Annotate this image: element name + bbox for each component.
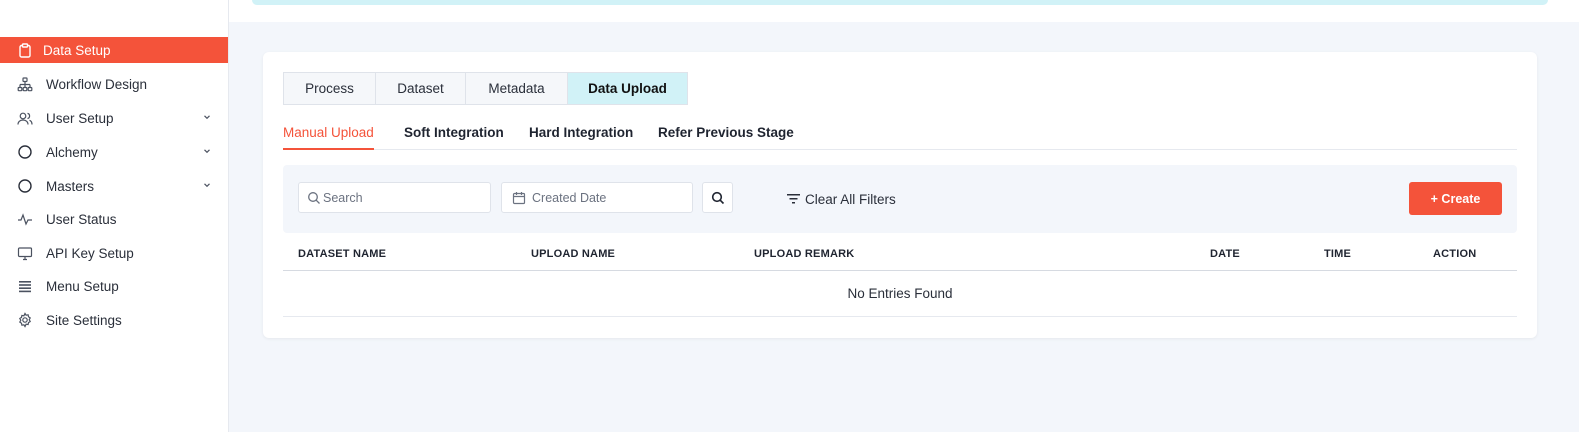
sitemap-icon bbox=[17, 76, 33, 92]
list-icon bbox=[17, 278, 33, 294]
uploads-table: DATASET NAME UPLOAD NAME UPLOAD REMARK D… bbox=[283, 233, 1517, 317]
calendar-icon bbox=[512, 191, 526, 205]
top-banner-strip bbox=[252, 0, 1548, 5]
sidebar-item-menu-setup[interactable]: Menu Setup bbox=[0, 273, 228, 299]
sidebar-item-label: Menu Setup bbox=[46, 278, 119, 294]
create-button[interactable]: + Create bbox=[1409, 182, 1502, 215]
clear-all-filters-label: Clear All Filters bbox=[805, 191, 896, 207]
tab-process[interactable]: Process bbox=[284, 73, 376, 104]
sidebar-item-label: Site Settings bbox=[46, 312, 122, 328]
search-icon bbox=[711, 191, 724, 204]
sidebar-item-user-setup[interactable]: User Setup bbox=[0, 105, 228, 131]
search-field bbox=[298, 182, 491, 213]
search-button[interactable] bbox=[702, 182, 733, 213]
upload-subtabs: Manual Upload Soft Integration Hard Inte… bbox=[283, 125, 1517, 150]
subtab-soft-integration[interactable]: Soft Integration bbox=[404, 125, 504, 150]
clear-all-filters-button[interactable]: Clear All Filters bbox=[787, 191, 896, 207]
sidebar-item-site-settings[interactable]: Site Settings bbox=[0, 307, 228, 333]
main-tabs: Process Dataset Metadata Data Upload bbox=[283, 72, 688, 105]
search-icon bbox=[307, 191, 321, 205]
circle-icon bbox=[17, 144, 33, 160]
sidebar-item-workflow-design[interactable]: Workflow Design bbox=[0, 71, 228, 97]
table-header: DATASET NAME UPLOAD NAME UPLOAD REMARK D… bbox=[283, 233, 1517, 271]
empty-state-row: No Entries Found bbox=[283, 271, 1517, 317]
chevron-down-icon[interactable] bbox=[201, 179, 213, 191]
sidebar-item-label: API Key Setup bbox=[46, 245, 134, 261]
tab-metadata[interactable]: Metadata bbox=[466, 73, 568, 104]
clipboard-icon bbox=[17, 42, 33, 58]
filter-bar: Clear All Filters + Create bbox=[283, 165, 1517, 233]
sidebar-item-label: Masters bbox=[46, 178, 95, 194]
sidebar-item-data-setup[interactable]: Data Setup bbox=[0, 37, 228, 63]
circle-icon bbox=[17, 178, 33, 194]
sidebar-item-label: User Setup bbox=[46, 110, 114, 126]
column-header-upload-remark[interactable]: UPLOAD REMARK bbox=[754, 248, 854, 260]
column-header-action[interactable]: ACTION bbox=[1433, 248, 1476, 260]
sidebar-item-label: Alchemy bbox=[46, 144, 98, 160]
monitor-icon bbox=[17, 245, 33, 261]
chevron-down-icon[interactable] bbox=[201, 111, 213, 123]
subtab-manual-upload[interactable]: Manual Upload bbox=[283, 125, 374, 150]
tab-dataset[interactable]: Dataset bbox=[376, 73, 466, 104]
sidebar-item-api-key-setup[interactable]: API Key Setup bbox=[0, 240, 228, 266]
activity-icon bbox=[17, 211, 33, 227]
sidebar-item-user-status[interactable]: User Status bbox=[0, 206, 228, 232]
sidebar-item-label: Workflow Design bbox=[46, 76, 148, 92]
column-header-upload-name[interactable]: UPLOAD NAME bbox=[531, 248, 615, 260]
gear-icon bbox=[17, 312, 33, 328]
filter-icon bbox=[787, 194, 800, 204]
subtab-refer-previous-stage[interactable]: Refer Previous Stage bbox=[658, 125, 794, 150]
column-header-time[interactable]: TIME bbox=[1324, 248, 1351, 260]
data-upload-card: Process Dataset Metadata Data Upload Man… bbox=[263, 52, 1537, 338]
sidebar-item-alchemy[interactable]: Alchemy bbox=[0, 139, 228, 165]
search-input[interactable] bbox=[323, 188, 473, 208]
column-header-date[interactable]: DATE bbox=[1210, 248, 1240, 260]
sidebar-item-masters[interactable]: Masters bbox=[0, 173, 228, 199]
users-icon bbox=[17, 110, 33, 126]
created-date-input[interactable] bbox=[532, 188, 682, 208]
subtab-hard-integration[interactable]: Hard Integration bbox=[529, 125, 633, 150]
empty-state-message: No Entries Found bbox=[847, 286, 953, 301]
sidebar-item-label: Data Setup bbox=[43, 42, 111, 58]
column-header-dataset-name[interactable]: DATASET NAME bbox=[298, 248, 386, 260]
sidebar: Data Setup Workflow Design User Setup Al… bbox=[0, 0, 229, 432]
created-date-field bbox=[501, 182, 693, 213]
sidebar-item-label: User Status bbox=[46, 211, 117, 227]
chevron-down-icon[interactable] bbox=[201, 145, 213, 157]
tab-data-upload[interactable]: Data Upload bbox=[568, 73, 687, 104]
